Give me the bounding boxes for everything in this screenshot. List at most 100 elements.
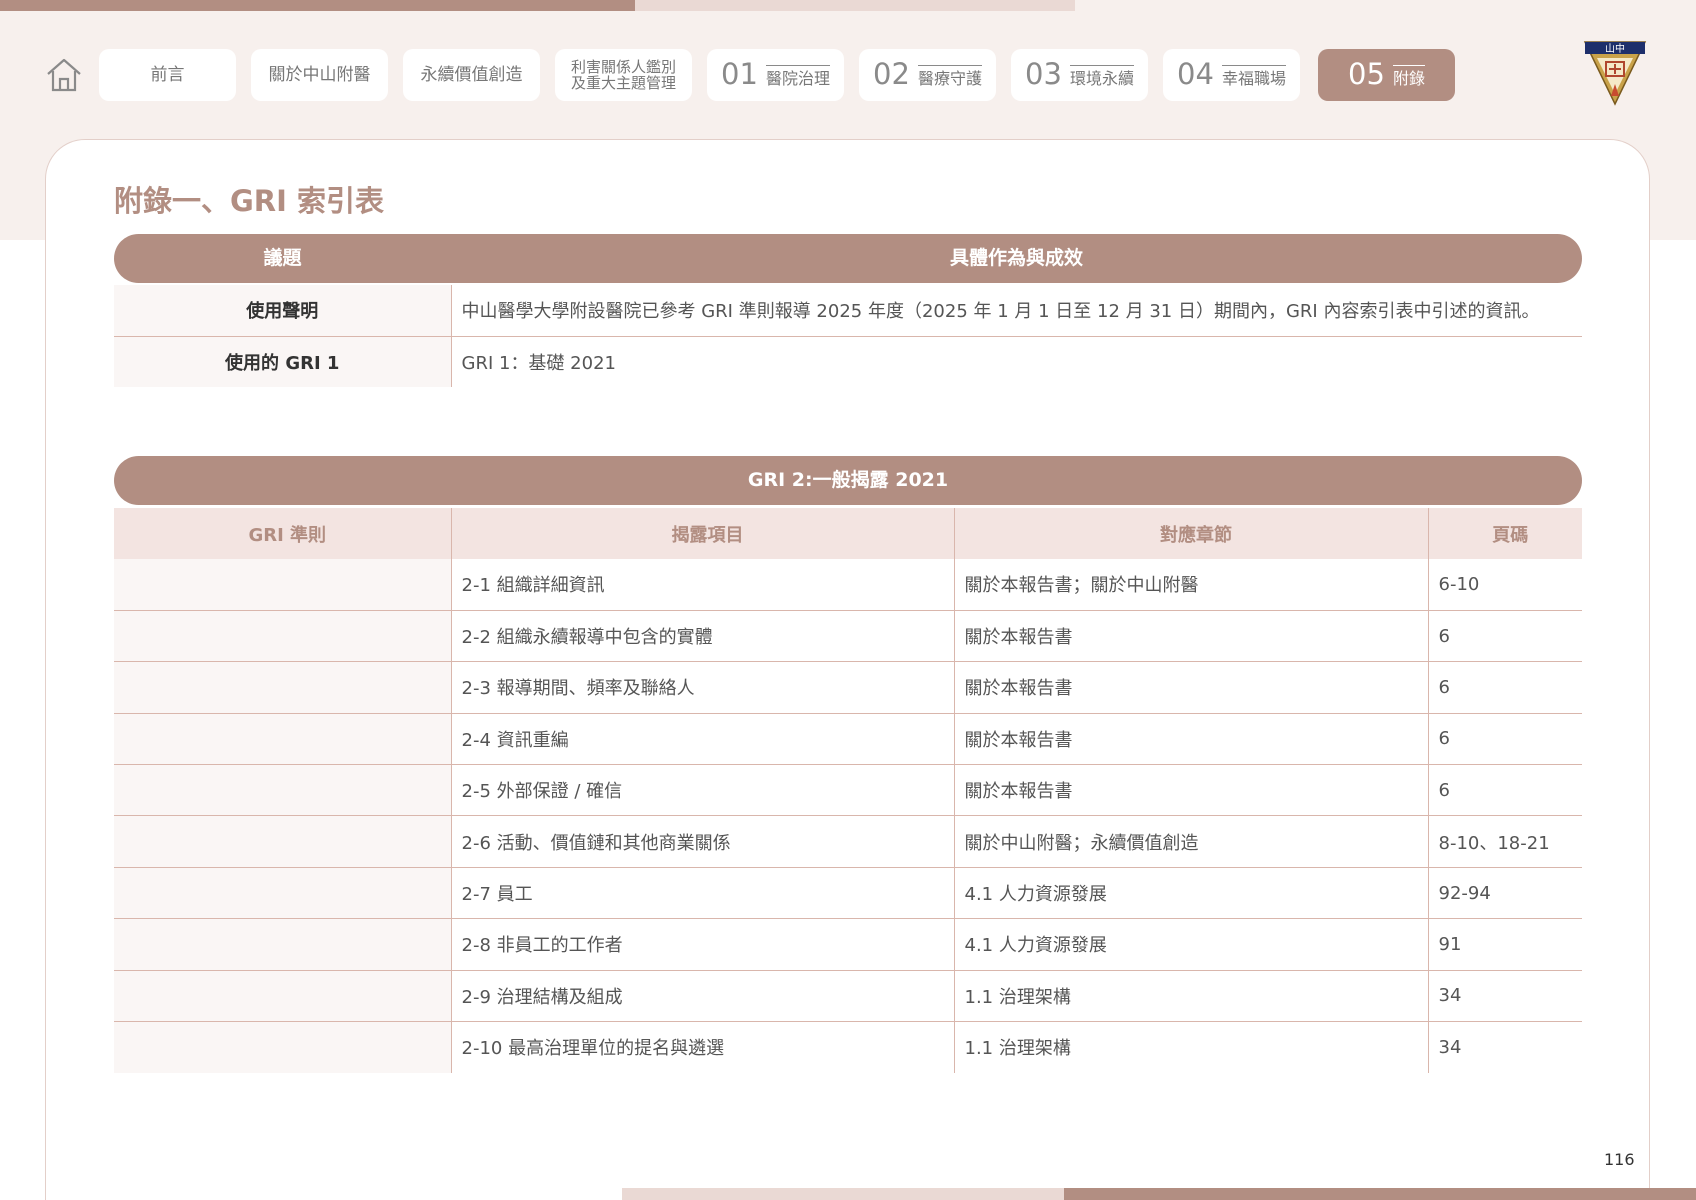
nav-label: 醫院治理 <box>765 64 830 88</box>
disclosure-item: 2-7 員工 <box>451 867 955 920</box>
page-ref: 6 <box>1428 764 1582 817</box>
table-header-row: GRI 準則 揭露項目 對應章節 頁碼 <box>114 508 1582 559</box>
disclosure-item: 2-8 非員工的工作者 <box>451 918 955 971</box>
nav-chapter-02-button[interactable]: 02 醫療守護 <box>859 49 996 101</box>
page-ref: 6-10 <box>1428 559 1582 611</box>
chapter-section: 4.1 人力資源發展 <box>954 918 1429 971</box>
table-row: 2-2 組織永續報導中包含的實體 關於本報告書 6 <box>114 610 1582 663</box>
nav-label: 環境永續 <box>1069 64 1134 88</box>
gri-standard-cell <box>114 1021 452 1073</box>
nav-value-creation-button[interactable]: 永續價值創造 <box>403 49 540 101</box>
chapter-section: 1.1 治理架構 <box>954 1021 1429 1073</box>
nav-chapter-number: 02 <box>873 57 910 92</box>
nav-label: 永續價值創造 <box>420 64 523 85</box>
gri2-table: GRI 準則 揭露項目 對應章節 頁碼 2-1 組織詳細資訊 關於本報告書；關於… <box>114 508 1582 1073</box>
bottom-progress-bar-dark <box>1064 1188 1696 1200</box>
table-row: 使用的 GRI 1 GRI 1：基礎 2021 <box>114 336 1582 387</box>
gri-standard-cell <box>114 815 452 868</box>
page-ref: 8-10、18-21 <box>1428 815 1582 868</box>
nav-label-line2: 及重大主題管理 <box>570 74 676 92</box>
table-row: 2-8 非員工的工作者 4.1 人力資源發展 91 <box>114 918 1582 971</box>
statement-value: GRI 1：基礎 2021 <box>461 352 616 374</box>
chapter-section: 關於本報告書 <box>954 764 1429 817</box>
statement-value: 中山醫學大學附設醫院已參考 GRI 準則報導 2025 年度（2025 年 1 … <box>451 285 1582 337</box>
disclosure-item: 2-4 資訊重編 <box>451 713 955 766</box>
nav-label-line1: 利害關係人鑑別 <box>570 57 676 76</box>
nav-chapter-number: 03 <box>1025 57 1062 92</box>
page-ref: 6 <box>1428 713 1582 766</box>
column-header: 對應章節 <box>954 508 1429 559</box>
page-ref: 92-94 <box>1428 867 1582 920</box>
gri-standard-cell <box>114 559 452 611</box>
statement-key: 使用聲明 <box>114 285 452 337</box>
disclosure-item: 2-3 報導期間、頻率及聯絡人 <box>451 661 955 714</box>
gri2-banner-title: GRI 2:一般揭露 2021 <box>747 469 949 491</box>
nav-chapter-01-button[interactable]: 01 醫院治理 <box>707 49 844 101</box>
nav-chapter-03-button[interactable]: 03 環境永續 <box>1011 49 1148 101</box>
column-header: 頁碼 <box>1428 508 1582 559</box>
statement-table: 使用聲明 中山醫學大學附設醫院已參考 GRI 準則報導 2025 年度（2025… <box>114 285 1582 387</box>
chapter-section: 關於本報告書；關於中山附醫 <box>954 559 1429 611</box>
gri2-banner: GRI 2:一般揭露 2021 <box>114 456 1582 505</box>
nav-label: 附錄 <box>1392 64 1425 88</box>
page-ref: 6 <box>1428 610 1582 663</box>
home-icon[interactable] <box>44 55 84 95</box>
nav-stakeholder-button[interactable]: 利害關係人鑑別 及重大主題管理 <box>555 49 692 101</box>
page-ref: 34 <box>1438 1036 1462 1058</box>
gri-standard-cell <box>114 610 452 663</box>
header-topic: 議題 <box>263 247 302 269</box>
gri-standard-cell <box>114 764 452 817</box>
gri-standard-cell <box>114 661 452 714</box>
table-row: 使用聲明 中山醫學大學附設醫院已參考 GRI 準則報導 2025 年度（2025… <box>114 285 1582 337</box>
nav-chapter-04-button[interactable]: 04 幸福職場 <box>1163 49 1300 101</box>
page-ref: 34 <box>1428 970 1582 1023</box>
chapter-section: 關於本報告書 <box>954 661 1429 714</box>
disclosure-item: 2-5 外部保證 / 確信 <box>451 764 955 817</box>
disclosure-item: 2-10 最高治理單位的提名與遴選 <box>451 1021 955 1073</box>
chapter-section: 1.1 治理架構 <box>954 970 1429 1023</box>
page-title: 附錄一、GRI 索引表 <box>114 184 385 218</box>
bottom-progress-bar-light <box>622 1188 1064 1200</box>
nav-label: 關於中山附醫 <box>268 64 371 85</box>
disclosure-item: 2-2 組織永續報導中包含的實體 <box>451 610 955 663</box>
top-progress-bar-light <box>635 0 1075 11</box>
hospital-logo: 山中 <box>1582 38 1648 106</box>
nav-chapter-number: 01 <box>721 57 758 92</box>
table-row: 2-6 活動、價值鏈和其他商業關係 關於中山附醫；永續價值創造 8-10、18-… <box>114 815 1582 868</box>
table-row: 2-10 最高治理單位的提名與遴選 1.1 治理架構 34 <box>114 1021 1582 1073</box>
disclosure-item: 2-9 治理結構及組成 <box>451 970 955 1023</box>
nav-chapter-number: 04 <box>1177 57 1214 92</box>
table-row: 2-9 治理結構及組成 1.1 治理架構 34 <box>114 970 1582 1023</box>
column-header: 揭露項目 <box>451 508 955 559</box>
nav-about-button[interactable]: 關於中山附醫 <box>251 49 388 101</box>
nav-preface-button[interactable]: 前言 <box>99 49 236 101</box>
top-progress-bar-dark <box>0 0 635 11</box>
page-ref: 6 <box>1428 661 1582 714</box>
nav-chapter-number: 05 <box>1348 57 1385 92</box>
table-row: 2-1 組織詳細資訊 關於本報告書；關於中山附醫 6-10 <box>114 559 1582 611</box>
table-row: 2-7 員工 4.1 人力資源發展 92-94 <box>114 867 1582 920</box>
chapter-section: 4.1 人力資源發展 <box>954 867 1429 920</box>
statement-table-header: 議題 具體作為與成效 <box>114 234 1582 283</box>
gri-standard-cell <box>114 970 452 1023</box>
chapter-section: 關於中山附醫；永續價值創造 <box>954 815 1429 868</box>
gri-standard-cell <box>114 918 452 971</box>
nav-label: 前言 <box>150 64 185 85</box>
chapter-section: 關於本報告書 <box>954 713 1429 766</box>
logo-text: 山中 <box>1605 42 1625 55</box>
disclosure-item: 2-6 活動、價值鏈和其他商業關係 <box>451 815 955 868</box>
page-ref: 91 <box>1428 918 1582 971</box>
chapter-section: 關於本報告書 <box>954 610 1429 663</box>
table-row: 2-4 資訊重編 關於本報告書 6 <box>114 713 1582 766</box>
statement-key: 使用的 GRI 1 <box>114 336 452 387</box>
gri-standard-cell <box>114 713 452 766</box>
nav-label: 幸福職場 <box>1221 64 1286 88</box>
page-number: 116 <box>1604 1150 1635 1169</box>
column-header: GRI 準則 <box>114 508 452 559</box>
gri-standard-cell <box>114 867 452 920</box>
nav-chapter-05-button[interactable]: 05 附錄 <box>1318 49 1455 101</box>
disclosure-item: 2-1 組織詳細資訊 <box>451 559 955 611</box>
nav-label: 醫療守護 <box>917 64 982 88</box>
table-row: 2-5 外部保證 / 確信 關於本報告書 6 <box>114 764 1582 817</box>
table-row: 2-3 報導期間、頻率及聯絡人 關於本報告書 6 <box>114 661 1582 714</box>
